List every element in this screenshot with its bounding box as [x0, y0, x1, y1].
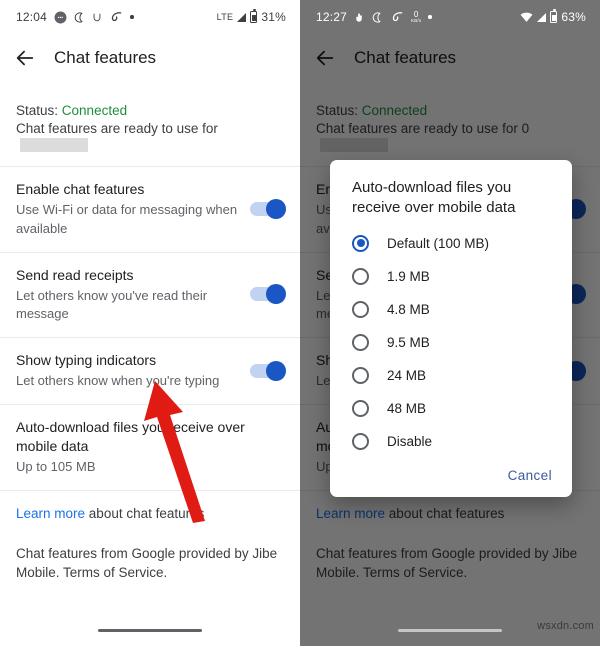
row-subtitle: Let others know when you're typing	[16, 372, 220, 388]
row-subtitle: Up to 105 MB	[16, 458, 96, 474]
dialog-option-4-8mb[interactable]: 4.8 MB	[330, 293, 572, 326]
toggle-knob	[266, 199, 286, 220]
dot-icon	[130, 15, 134, 19]
signal-icon	[537, 12, 547, 22]
page-title: Chat features	[54, 48, 157, 67]
battery-icon	[250, 9, 258, 23]
wifi-icon	[520, 12, 533, 23]
row-text: Show typing indicators Let others know w…	[16, 351, 238, 390]
battery-percent-label: 31%	[261, 10, 286, 24]
status-description: Chat features are ready to use for	[16, 120, 284, 153]
radio-button[interactable]	[352, 399, 369, 417]
cancel-button[interactable]: Cancel	[508, 468, 552, 483]
dialog-option-label: Default (100 MB)	[387, 235, 490, 251]
setting-row-show-typing-indicators[interactable]: Show typing indicators Let others know w…	[0, 338, 300, 404]
redacted-value	[20, 138, 88, 153]
app-bar-left: Chat features	[0, 34, 300, 82]
toggle-send-read-receipts[interactable]	[250, 284, 286, 305]
left-phone-panel: 12:04 ••• LTE 31% Chat features Status: …	[0, 0, 300, 646]
row-text: Enable chat features Use Wi-Fi or data f…	[16, 180, 238, 237]
dialog-option-48mb[interactable]: 48 MB	[330, 392, 572, 425]
learn-more-link[interactable]: Learn more	[16, 506, 85, 521]
radio-button[interactable]	[352, 267, 369, 285]
radio-button-selected[interactable]	[352, 234, 369, 252]
dialog-option-default[interactable]: Default (100 MB)	[330, 227, 572, 260]
radio-button[interactable]	[352, 432, 369, 450]
row-text: Send read receipts Let others know you'v…	[16, 266, 238, 323]
screenshot-root: 12:04 ••• LTE 31% Chat features Status: …	[0, 0, 600, 646]
battery-percent-label: 63%	[561, 10, 586, 24]
toggle-show-typing-indicators[interactable]	[250, 360, 286, 381]
status-bar-right-icons: 63%	[520, 9, 586, 24]
dialog-option-label: 4.8 MB	[387, 301, 430, 317]
dialog-option-label: 9.5 MB	[387, 334, 430, 350]
status-bar-left: 12:04 ••• LTE 31%	[0, 0, 300, 34]
dialog-title: Auto-download files you receive over mob…	[352, 179, 516, 217]
status-description-text: Chat features are ready to use for	[16, 121, 218, 137]
crescent-moon-icon	[74, 11, 85, 24]
dialog-option-9-5mb[interactable]: 9.5 MB	[330, 326, 572, 359]
dialog-option-label: 24 MB	[387, 367, 427, 383]
dialog-actions: Cancel	[330, 458, 572, 491]
row-subtitle: Let others know you've read their messag…	[16, 287, 208, 321]
nav-gesture-handle[interactable]	[98, 629, 202, 632]
setting-row-auto-download[interactable]: Auto-download files you receive over mob…	[0, 405, 300, 490]
settings-content-left: Status: Connected Chat features are read…	[0, 82, 300, 599]
data-rate-icon: 0 KB/s	[411, 10, 422, 24]
nav-gesture-handle[interactable]	[398, 629, 502, 632]
right-phone-panel: Chat features Status: Connected Chat fea…	[300, 0, 600, 646]
signal-icon	[237, 12, 247, 22]
u-letter-icon	[92, 11, 102, 24]
row-title: Send read receipts	[16, 266, 134, 283]
dialog-option-1-9mb[interactable]: 1.9 MB	[330, 260, 572, 293]
dialog-option-label: Disable	[387, 433, 433, 449]
data-saver-icon	[109, 10, 123, 24]
row-subtitle: Use Wi-Fi or data for messaging when ava…	[16, 202, 238, 236]
learn-more-rest: about chat features	[85, 506, 205, 522]
status-section: Status: Connected Chat features are read…	[0, 90, 300, 166]
status-bar-right: 12:27 0 KB/s 63%	[300, 0, 600, 34]
dot-icon	[428, 15, 432, 19]
row-title: Show typing indicators	[16, 351, 157, 368]
chat-bubble-icon: •••	[54, 11, 67, 24]
row-text: Auto-download files you receive over mob…	[16, 418, 284, 476]
status-bar-left-icons: 12:27 0 KB/s	[316, 10, 432, 24]
data-rate-unit: KB/s	[411, 17, 422, 23]
status-value: Connected	[61, 103, 128, 118]
row-title: Enable chat features	[16, 181, 145, 198]
svg-text:•••: •••	[58, 16, 64, 21]
dialog-option-disable[interactable]: Disable	[330, 425, 572, 458]
data-saver-icon	[390, 10, 404, 24]
footer-text: Chat features from Google provided by Ji…	[16, 545, 278, 581]
battery-icon	[550, 9, 558, 23]
radio-button[interactable]	[352, 300, 369, 318]
row-title: Auto-download files you receive over mob…	[16, 419, 245, 454]
radio-button[interactable]	[352, 333, 369, 351]
hand-icon	[354, 11, 365, 24]
back-arrow-icon[interactable]	[14, 47, 36, 69]
dialog-option-24mb[interactable]: 24 MB	[330, 359, 572, 392]
status-label: Status:	[16, 103, 59, 118]
status-bar-clock: 12:27	[316, 10, 348, 24]
status-bar-left-icons: 12:04 •••	[16, 10, 134, 24]
status-bar-right-icons: LTE 31%	[216, 9, 286, 24]
setting-row-send-read-receipts[interactable]: Send read receipts Let others know you'v…	[0, 253, 300, 337]
dialog-option-label: 1.9 MB	[387, 268, 430, 284]
toggle-knob	[266, 360, 286, 381]
dialog-option-label: 48 MB	[387, 400, 427, 416]
watermark: wsxdn.com	[537, 620, 594, 632]
radio-button[interactable]	[352, 366, 369, 384]
auto-download-dialog: Auto-download files you receive over mob…	[330, 160, 572, 497]
toggle-knob	[266, 284, 286, 305]
toggle-enable-chat-features[interactable]	[250, 199, 286, 220]
network-type-label: LTE	[216, 12, 234, 22]
crescent-moon-icon	[372, 11, 383, 24]
learn-more-row: Learn more about chat features	[0, 491, 300, 530]
status-line: Status: Connected	[16, 102, 284, 120]
status-bar-clock: 12:04	[16, 10, 48, 24]
setting-row-enable-chat-features[interactable]: Enable chat features Use Wi-Fi or data f…	[0, 167, 300, 251]
